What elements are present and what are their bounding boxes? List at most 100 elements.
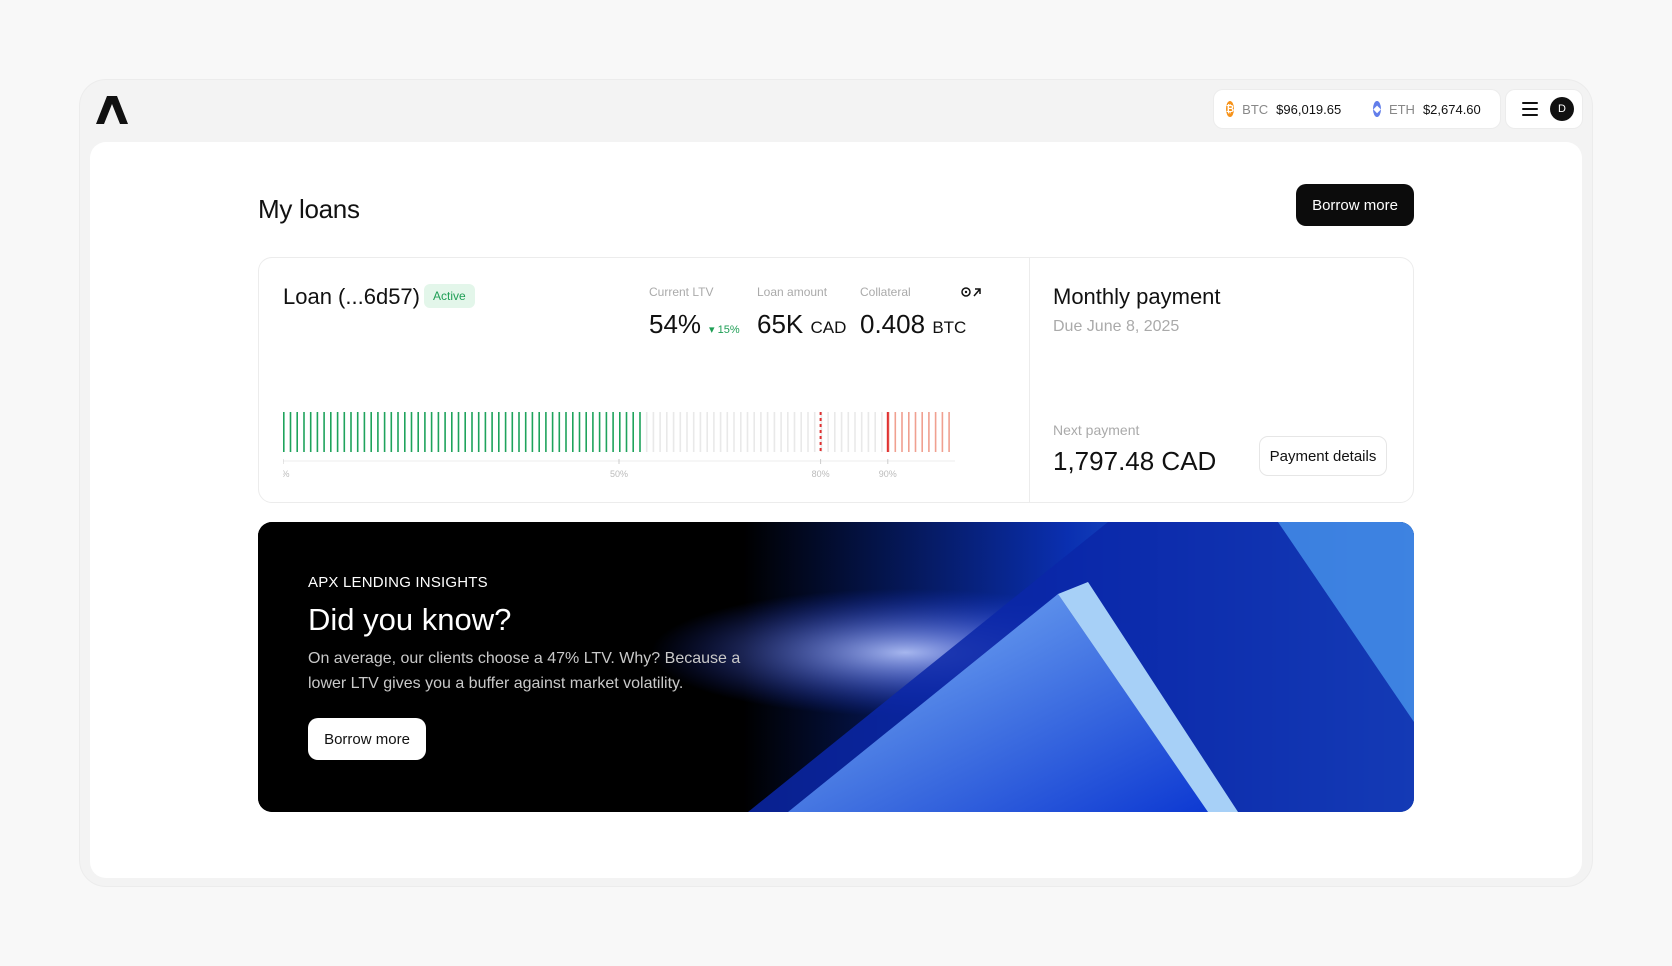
ltv-bar: [840, 412, 843, 452]
btc-symbol: BTC: [1242, 101, 1269, 117]
btc-price: $96,019.65: [1276, 101, 1342, 117]
promo-title: Did you know?: [308, 602, 512, 637]
ltv-bar: [941, 412, 944, 452]
caret-down-icon: ▾: [709, 324, 718, 336]
collateral-unit: BTC: [932, 318, 967, 337]
ltv-bar: [686, 412, 688, 452]
payment-due-date: Due June 8, 2025: [1053, 318, 1180, 335]
ltv-bar: [699, 412, 702, 452]
next-payment-value: 1,797.48 CAD: [1053, 446, 1217, 476]
ltv-bar: [740, 412, 742, 452]
ltv-bar: [612, 412, 614, 452]
eth-symbol: ETH: [1388, 101, 1415, 117]
ltv-bar: [356, 412, 359, 452]
ltv-bar: [578, 412, 581, 452]
ltv-bar: [753, 412, 755, 452]
collateral-value: 0.408 BTC: [860, 309, 966, 340]
ltv-bar: [760, 412, 762, 452]
ltv-bar: [706, 412, 708, 452]
ltv-bar: [813, 412, 816, 452]
ltv-bar: [370, 412, 372, 452]
ltv-bar: [672, 412, 675, 452]
ltv-bar: [437, 412, 440, 452]
ltv-bar: [787, 412, 789, 452]
borrow-more-button[interactable]: Borrow more: [1296, 184, 1414, 226]
ltv-bar: [726, 412, 729, 452]
ltv-bar: [350, 412, 352, 452]
ltv-bar: [545, 412, 547, 452]
ltv-bar: [330, 412, 332, 452]
ltv-bar: [309, 412, 312, 452]
ltv-bar: [948, 412, 950, 452]
ltv-bar: [867, 412, 870, 452]
ltv-bar: [807, 412, 809, 452]
collateral-label: Collateral: [860, 285, 911, 299]
ltv-bar: [592, 412, 594, 452]
ltv-bar: [928, 412, 930, 452]
gauge-tick-label: 80%: [812, 469, 830, 479]
ltv-bar: [605, 412, 608, 452]
loan-amount-unit: CAD: [810, 318, 847, 337]
ltv-change: ▾ 15%: [709, 324, 740, 336]
promo-borrow-more-button[interactable]: Borrow more: [308, 718, 426, 760]
ltv-change-value: 15%: [717, 324, 740, 336]
ltv-bar: [847, 412, 850, 452]
ltv-bar: [444, 412, 446, 452]
ltv-bar: [511, 412, 514, 452]
hamburger-icon[interactable]: [1522, 102, 1538, 116]
monthly-payment-title: Monthly payment: [1053, 284, 1221, 309]
ltv-bar: [639, 412, 641, 452]
page-title: My loans: [258, 194, 360, 224]
loan-amount-stat: Loan amount 65K CAD: [757, 285, 846, 340]
promo-text: On average, our clients choose a 47% LTV…: [308, 650, 741, 692]
ltv-gauge: 0% 50% 80% 90%: [283, 412, 955, 479]
ltv-bar: [894, 412, 897, 452]
ltv-bar: [410, 412, 413, 452]
ltv-bar: [827, 412, 829, 452]
ltv-bar: [397, 412, 399, 452]
ltv-bar: [585, 412, 587, 452]
insights-banner: APX LENDING INSIGHTS Did you know? On av…: [258, 522, 1414, 812]
ltv-bar: [457, 412, 460, 452]
apx-logo-icon[interactable]: [96, 96, 128, 124]
ltv-bar: [477, 412, 480, 452]
ltv-bar: [424, 412, 426, 452]
gauge-tick-label: 50%: [610, 469, 628, 479]
eth-coin-icon: ◆: [1373, 101, 1381, 117]
ltv-bar: [666, 412, 668, 452]
ltv-bar: [921, 412, 923, 452]
ltv-bar: [531, 412, 534, 452]
ltv-bar: [464, 412, 466, 452]
ltv-bar: [874, 412, 876, 452]
loan-card: Loan (...6d57) Active Current LTV 54% ▾ 1…: [258, 257, 1414, 503]
ltv-bar: [619, 412, 621, 452]
current-ltv-label: Current LTV: [649, 285, 714, 299]
user-menu: D: [1506, 90, 1582, 128]
collateral-number: 0.408: [860, 309, 926, 339]
status-badge: Active: [424, 284, 475, 308]
ltv-bar: [538, 412, 540, 452]
ltv-bar: [390, 412, 393, 452]
avatar[interactable]: D: [1550, 97, 1574, 121]
payment-details-button[interactable]: Payment details: [1259, 436, 1387, 476]
ltv-bar: [484, 412, 487, 452]
ltv-bar: [316, 412, 319, 452]
ltv-bar: [713, 412, 715, 452]
collateral-stat: Collateral 0.408 BTC: [860, 285, 966, 340]
ltv-bar: [551, 412, 554, 452]
app-window: ₿ BTC $96,019.65 ◆ ETH $2,674.60 D My lo…: [80, 80, 1592, 886]
ltv-bar: [934, 412, 937, 452]
ltv-bar: [524, 412, 527, 452]
main-content: My loans Borrow more Loan (...6d57) Acti…: [90, 142, 1582, 878]
ltv-bar: [679, 412, 682, 452]
ltv-bar: [404, 412, 406, 452]
ltv-bar: [451, 412, 453, 452]
current-ltv-value: 54% ▾ 15%: [649, 309, 740, 340]
ltv-bar: [417, 412, 419, 452]
ltv-bar: [632, 412, 634, 452]
ltv-bar: [565, 412, 567, 452]
ltv-bar: [572, 412, 574, 452]
ltv-bar: [854, 412, 856, 452]
external-link-icon[interactable]: [959, 284, 985, 300]
loan-title[interactable]: Loan (...6d57): [283, 284, 420, 310]
